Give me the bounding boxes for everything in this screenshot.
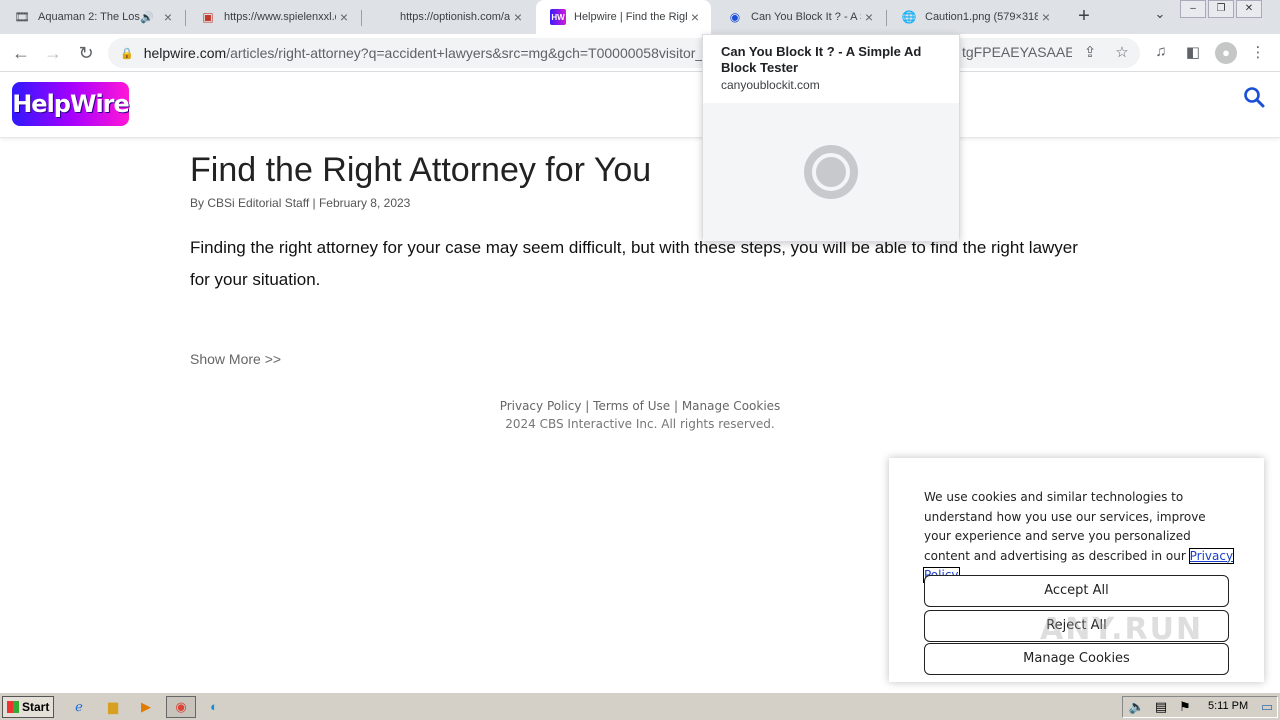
anyrun-watermark: ANY.RUN <box>1040 612 1204 647</box>
tab-canyoublockit[interactable]: ◉ Can You Block It ? - A Simple Ad Block… <box>713 0 885 34</box>
tab-title: https://www.spielenxxl.de <box>224 11 336 23</box>
cookie-text: We use cookies and similar technologies … <box>922 488 1235 586</box>
start-button[interactable]: Start <box>2 696 54 718</box>
close-icon[interactable]: × <box>336 9 352 25</box>
tab-title: Helpwire | Find the Right Attorney <box>574 11 687 23</box>
close-icon[interactable]: × <box>510 9 526 25</box>
bookmark-star-icon[interactable]: ☆ <box>1112 43 1132 63</box>
footer-terms-link[interactable]: Terms of Use <box>593 399 670 413</box>
internet-explorer-icon[interactable]: ℯ <box>70 698 88 716</box>
hover-card-preview <box>703 103 959 241</box>
hover-card-domain: canyoublockit.com <box>721 78 820 92</box>
forward-arrow-icon[interactable]: → <box>42 42 64 64</box>
footer-copyright: 2024 CBS Interactive Inc. All rights res… <box>505 417 775 431</box>
windows-flag-icon <box>7 701 19 713</box>
share-icon[interactable]: ⇪ <box>1080 43 1100 63</box>
footer-separator: | <box>585 399 590 413</box>
taskbar: Start ℯ ▆ ▶ ◉ ◐ 🔈 ▤ ⚑ 5:11 PM ▭ <box>0 692 1280 720</box>
site-header: HelpWire <box>0 72 1280 138</box>
restore-button[interactable]: ❐ <box>1208 0 1234 18</box>
search-icon[interactable] <box>1243 86 1265 114</box>
folder-icon[interactable]: ▆ <box>104 698 122 716</box>
tab-strip: 🎞 Aquaman 2: The Lost Kingdom 🔊 × ▣ http… <box>0 0 1280 34</box>
taskbar-clock[interactable]: 5:11 PM <box>1208 700 1248 712</box>
film-icon: 🎞 <box>14 10 30 24</box>
lock-icon[interactable]: 🔒 <box>120 47 134 60</box>
action-center-flag-icon[interactable]: ⚑ <box>1176 698 1194 716</box>
tab-title: Aquaman 2: The Lost Kingdom <box>38 11 140 23</box>
edge-icon[interactable]: ◐ <box>205 698 223 716</box>
tab-hover-card: Can You Block It ? - A Simple Ad Block T… <box>702 34 960 242</box>
footer-links: Privacy Policy | Terms of Use | Manage C… <box>0 399 1280 413</box>
tab-caution-png[interactable]: 🌐 Caution1.png (579×318) × <box>887 0 1062 34</box>
speaker-icon[interactable]: 🔊 <box>140 11 154 24</box>
close-icon[interactable]: × <box>861 9 877 25</box>
tab-optionish[interactable]: https://optionish.com/a × <box>362 0 534 34</box>
cookie-consent-banner: We use cookies and similar technologies … <box>889 458 1264 682</box>
tab-helpwire[interactable]: HW Helpwire | Find the Right Attorney × <box>536 0 711 34</box>
target-icon: ◉ <box>729 10 741 24</box>
globe-icon: 🌐 <box>901 10 917 24</box>
close-icon[interactable]: × <box>160 9 176 25</box>
tab-title: https://optionish.com/a <box>400 11 510 23</box>
tab-search-chevron-icon[interactable]: ⌄ <box>1150 6 1170 26</box>
address-url-tail: tgFPEAEYASAAE... <box>960 44 1072 60</box>
new-tab-button[interactable]: + <box>1072 4 1096 28</box>
dice-icon: ▣ <box>202 10 214 24</box>
volume-icon[interactable]: 🔈 <box>1128 698 1146 716</box>
reload-icon[interactable]: ↻ <box>75 42 97 64</box>
browser-toolbar: ← → ↻ 🔒 helpwire.com/articles/right-atto… <box>0 34 1280 72</box>
media-player-icon[interactable]: ▶ <box>137 698 155 716</box>
minimize-button[interactable]: – <box>1180 0 1206 18</box>
hover-card-title: Can You Block It ? - A Simple Ad Block T… <box>721 44 922 75</box>
footer-privacy-link[interactable]: Privacy Policy <box>500 399 582 413</box>
close-icon[interactable]: × <box>687 9 703 25</box>
close-window-button[interactable]: ✕ <box>1236 0 1262 18</box>
tab-spielenxxl[interactable]: ▣ https://www.spielenxxl.de × <box>186 0 360 34</box>
blank-icon <box>376 9 392 25</box>
footer-manage-cookies-link[interactable]: Manage Cookies <box>682 399 780 413</box>
helpwire-logo[interactable]: HelpWire <box>12 82 130 126</box>
window-controls: – ❐ ✕ <box>1180 0 1264 18</box>
profile-avatar-icon[interactable]: ● <box>1215 42 1237 64</box>
network-icon[interactable]: ▤ <box>1152 698 1170 716</box>
tab-title: Caution1.png (579×318) <box>925 11 1038 23</box>
accept-all-button[interactable]: Accept All <box>924 575 1229 607</box>
tab-aquaman[interactable]: 🎞 Aquaman 2: The Lost Kingdom 🔊 × <box>0 0 184 34</box>
chrome-icon[interactable]: ◉ <box>166 696 196 718</box>
back-arrow-icon[interactable]: ← <box>10 42 32 64</box>
show-more-link[interactable]: Show More >> <box>190 351 281 367</box>
helpwire-icon: HW <box>550 9 566 25</box>
side-panel-icon[interactable]: ◧ <box>1183 43 1203 63</box>
menu-kebab-icon[interactable]: ⋮ <box>1248 43 1268 63</box>
globe-icon <box>804 145 858 199</box>
media-controls-icon[interactable]: ♫ <box>1151 43 1171 63</box>
manage-cookies-button[interactable]: Manage Cookies <box>924 643 1229 675</box>
footer-separator: | <box>673 399 678 413</box>
tab-title: Can You Block It ? - A Simple Ad Block T… <box>751 11 861 23</box>
show-desktop-icon[interactable]: ▭ <box>1258 698 1276 716</box>
close-icon[interactable]: × <box>1038 9 1054 25</box>
